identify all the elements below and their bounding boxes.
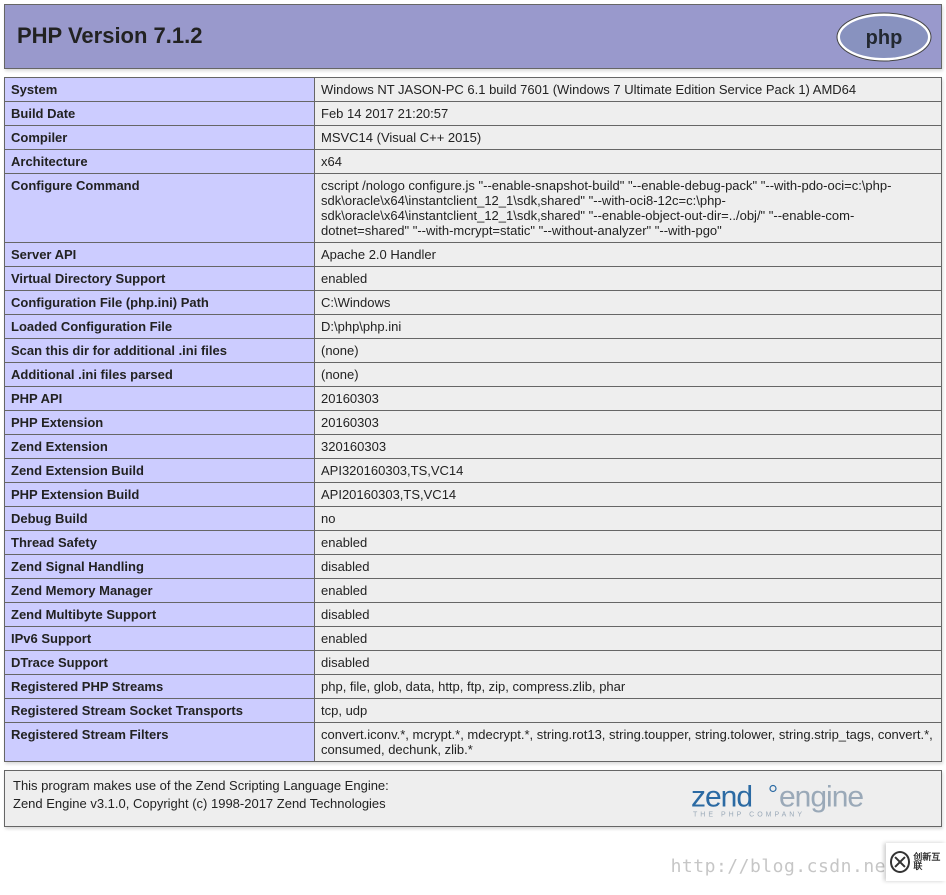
info-key: IPv6 Support: [5, 627, 315, 651]
info-key: Zend Memory Manager: [5, 579, 315, 603]
info-key: Registered Stream Socket Transports: [5, 699, 315, 723]
info-key: Scan this dir for additional .ini files: [5, 339, 315, 363]
info-key: Zend Multibyte Support: [5, 603, 315, 627]
info-value: disabled: [315, 603, 942, 627]
php-logo-icon: php: [835, 11, 933, 63]
info-key: Debug Build: [5, 507, 315, 531]
info-value: php, file, glob, data, http, ftp, zip, c…: [315, 675, 942, 699]
info-key: Zend Signal Handling: [5, 555, 315, 579]
info-key: PHP API: [5, 387, 315, 411]
info-key: Server API: [5, 243, 315, 267]
info-value: Feb 14 2017 21:20:57: [315, 102, 942, 126]
badge-circle-icon: [890, 851, 910, 873]
table-row: PHP API20160303: [5, 387, 942, 411]
info-value: disabled: [315, 555, 942, 579]
info-value: API320160303,TS,VC14: [315, 459, 942, 483]
info-value: Apache 2.0 Handler: [315, 243, 942, 267]
page-title: PHP Version 7.1.2: [5, 5, 214, 67]
table-row: Server APIApache 2.0 Handler: [5, 243, 942, 267]
info-value: 20160303: [315, 411, 942, 435]
table-row: Scan this dir for additional .ini files(…: [5, 339, 942, 363]
info-value: enabled: [315, 267, 942, 291]
table-row: CompilerMSVC14 (Visual C++ 2015): [5, 126, 942, 150]
table-row: IPv6 Supportenabled: [5, 627, 942, 651]
table-row: Configure Commandcscript /nologo configu…: [5, 174, 942, 243]
info-key: PHP Extension Build: [5, 483, 315, 507]
info-value: enabled: [315, 627, 942, 651]
table-row: Virtual Directory Supportenabled: [5, 267, 942, 291]
table-row: Zend Extension BuildAPI320160303,TS,VC14: [5, 459, 942, 483]
svg-text:zend: zend: [691, 780, 752, 813]
svg-text:engine: engine: [779, 780, 863, 813]
watermark-text: http://blog.csdn.ne: [671, 856, 886, 877]
table-row: PHP Extension BuildAPI20160303,TS,VC14: [5, 483, 942, 507]
table-row: SystemWindows NT JASON-PC 6.1 build 7601…: [5, 78, 942, 102]
table-row: Zend Memory Managerenabled: [5, 579, 942, 603]
info-value: disabled: [315, 651, 942, 675]
info-key: Thread Safety: [5, 531, 315, 555]
table-row: PHP Extension20160303: [5, 411, 942, 435]
info-value: D:\php\php.ini: [315, 315, 942, 339]
info-value: tcp, udp: [315, 699, 942, 723]
table-row: Zend Extension320160303: [5, 435, 942, 459]
php-logo-text: php: [866, 27, 903, 49]
info-value: MSVC14 (Visual C++ 2015): [315, 126, 942, 150]
info-key: PHP Extension: [5, 411, 315, 435]
table-row: Thread Safetyenabled: [5, 531, 942, 555]
info-key: Zend Extension Build: [5, 459, 315, 483]
info-key: Zend Extension: [5, 435, 315, 459]
table-row: Registered Stream Filtersconvert.iconv.*…: [5, 723, 942, 762]
table-row: Configuration File (php.ini) PathC:\Wind…: [5, 291, 942, 315]
info-value: API20160303,TS,VC14: [315, 483, 942, 507]
info-value: convert.iconv.*, mcrypt.*, mdecrypt.*, s…: [315, 723, 942, 762]
table-row: DTrace Supportdisabled: [5, 651, 942, 675]
table-row: Registered Stream Socket Transportstcp, …: [5, 699, 942, 723]
table-row: Build DateFeb 14 2017 21:20:57: [5, 102, 942, 126]
info-key: Architecture: [5, 150, 315, 174]
info-value: (none): [315, 363, 942, 387]
header-cell: PHP Version 7.1.2 php: [5, 5, 942, 69]
corner-badge: 创新互联: [886, 843, 946, 881]
table-row: Zend Multibyte Supportdisabled: [5, 603, 942, 627]
zend-cell: This program makes use of the Zend Scrip…: [5, 771, 942, 827]
table-row: Additional .ini files parsed(none): [5, 363, 942, 387]
phpinfo-table: SystemWindows NT JASON-PC 6.1 build 7601…: [4, 77, 942, 762]
info-value: 320160303: [315, 435, 942, 459]
info-value: enabled: [315, 579, 942, 603]
info-value: C:\Windows: [315, 291, 942, 315]
info-value: Windows NT JASON-PC 6.1 build 7601 (Wind…: [315, 78, 942, 102]
info-key: System: [5, 78, 315, 102]
info-key: Loaded Configuration File: [5, 315, 315, 339]
info-key: Configuration File (php.ini) Path: [5, 291, 315, 315]
info-value: enabled: [315, 531, 942, 555]
info-value: (none): [315, 339, 942, 363]
table-row: Architecturex64: [5, 150, 942, 174]
info-key: Registered PHP Streams: [5, 675, 315, 699]
info-value: x64: [315, 150, 942, 174]
info-key: Registered Stream Filters: [5, 723, 315, 762]
svg-text:THE PHP COMPANY: THE PHP COMPANY: [693, 811, 805, 818]
info-key: Virtual Directory Support: [5, 267, 315, 291]
table-row: Loaded Configuration FileD:\php\php.ini: [5, 315, 942, 339]
info-key: Additional .ini files parsed: [5, 363, 315, 387]
header-table: PHP Version 7.1.2 php: [4, 4, 942, 69]
info-value: cscript /nologo configure.js "--enable-s…: [315, 174, 942, 243]
info-key: Compiler: [5, 126, 315, 150]
badge-text: 创新互联: [913, 853, 946, 871]
zend-line1: This program makes use of the Zend Scrip…: [13, 778, 389, 793]
table-row: Debug Buildno: [5, 507, 942, 531]
info-key: DTrace Support: [5, 651, 315, 675]
zend-logo-icon: zend engine THE PHP COMPANY: [691, 776, 931, 821]
table-row: Registered PHP Streamsphp, file, glob, d…: [5, 675, 942, 699]
info-key: Configure Command: [5, 174, 315, 243]
info-value: no: [315, 507, 942, 531]
info-key: Build Date: [5, 102, 315, 126]
zend-line2: Zend Engine v3.1.0, Copyright (c) 1998-2…: [13, 796, 386, 811]
table-row: Zend Signal Handlingdisabled: [5, 555, 942, 579]
info-value: 20160303: [315, 387, 942, 411]
zend-engine-box: This program makes use of the Zend Scrip…: [4, 770, 942, 827]
